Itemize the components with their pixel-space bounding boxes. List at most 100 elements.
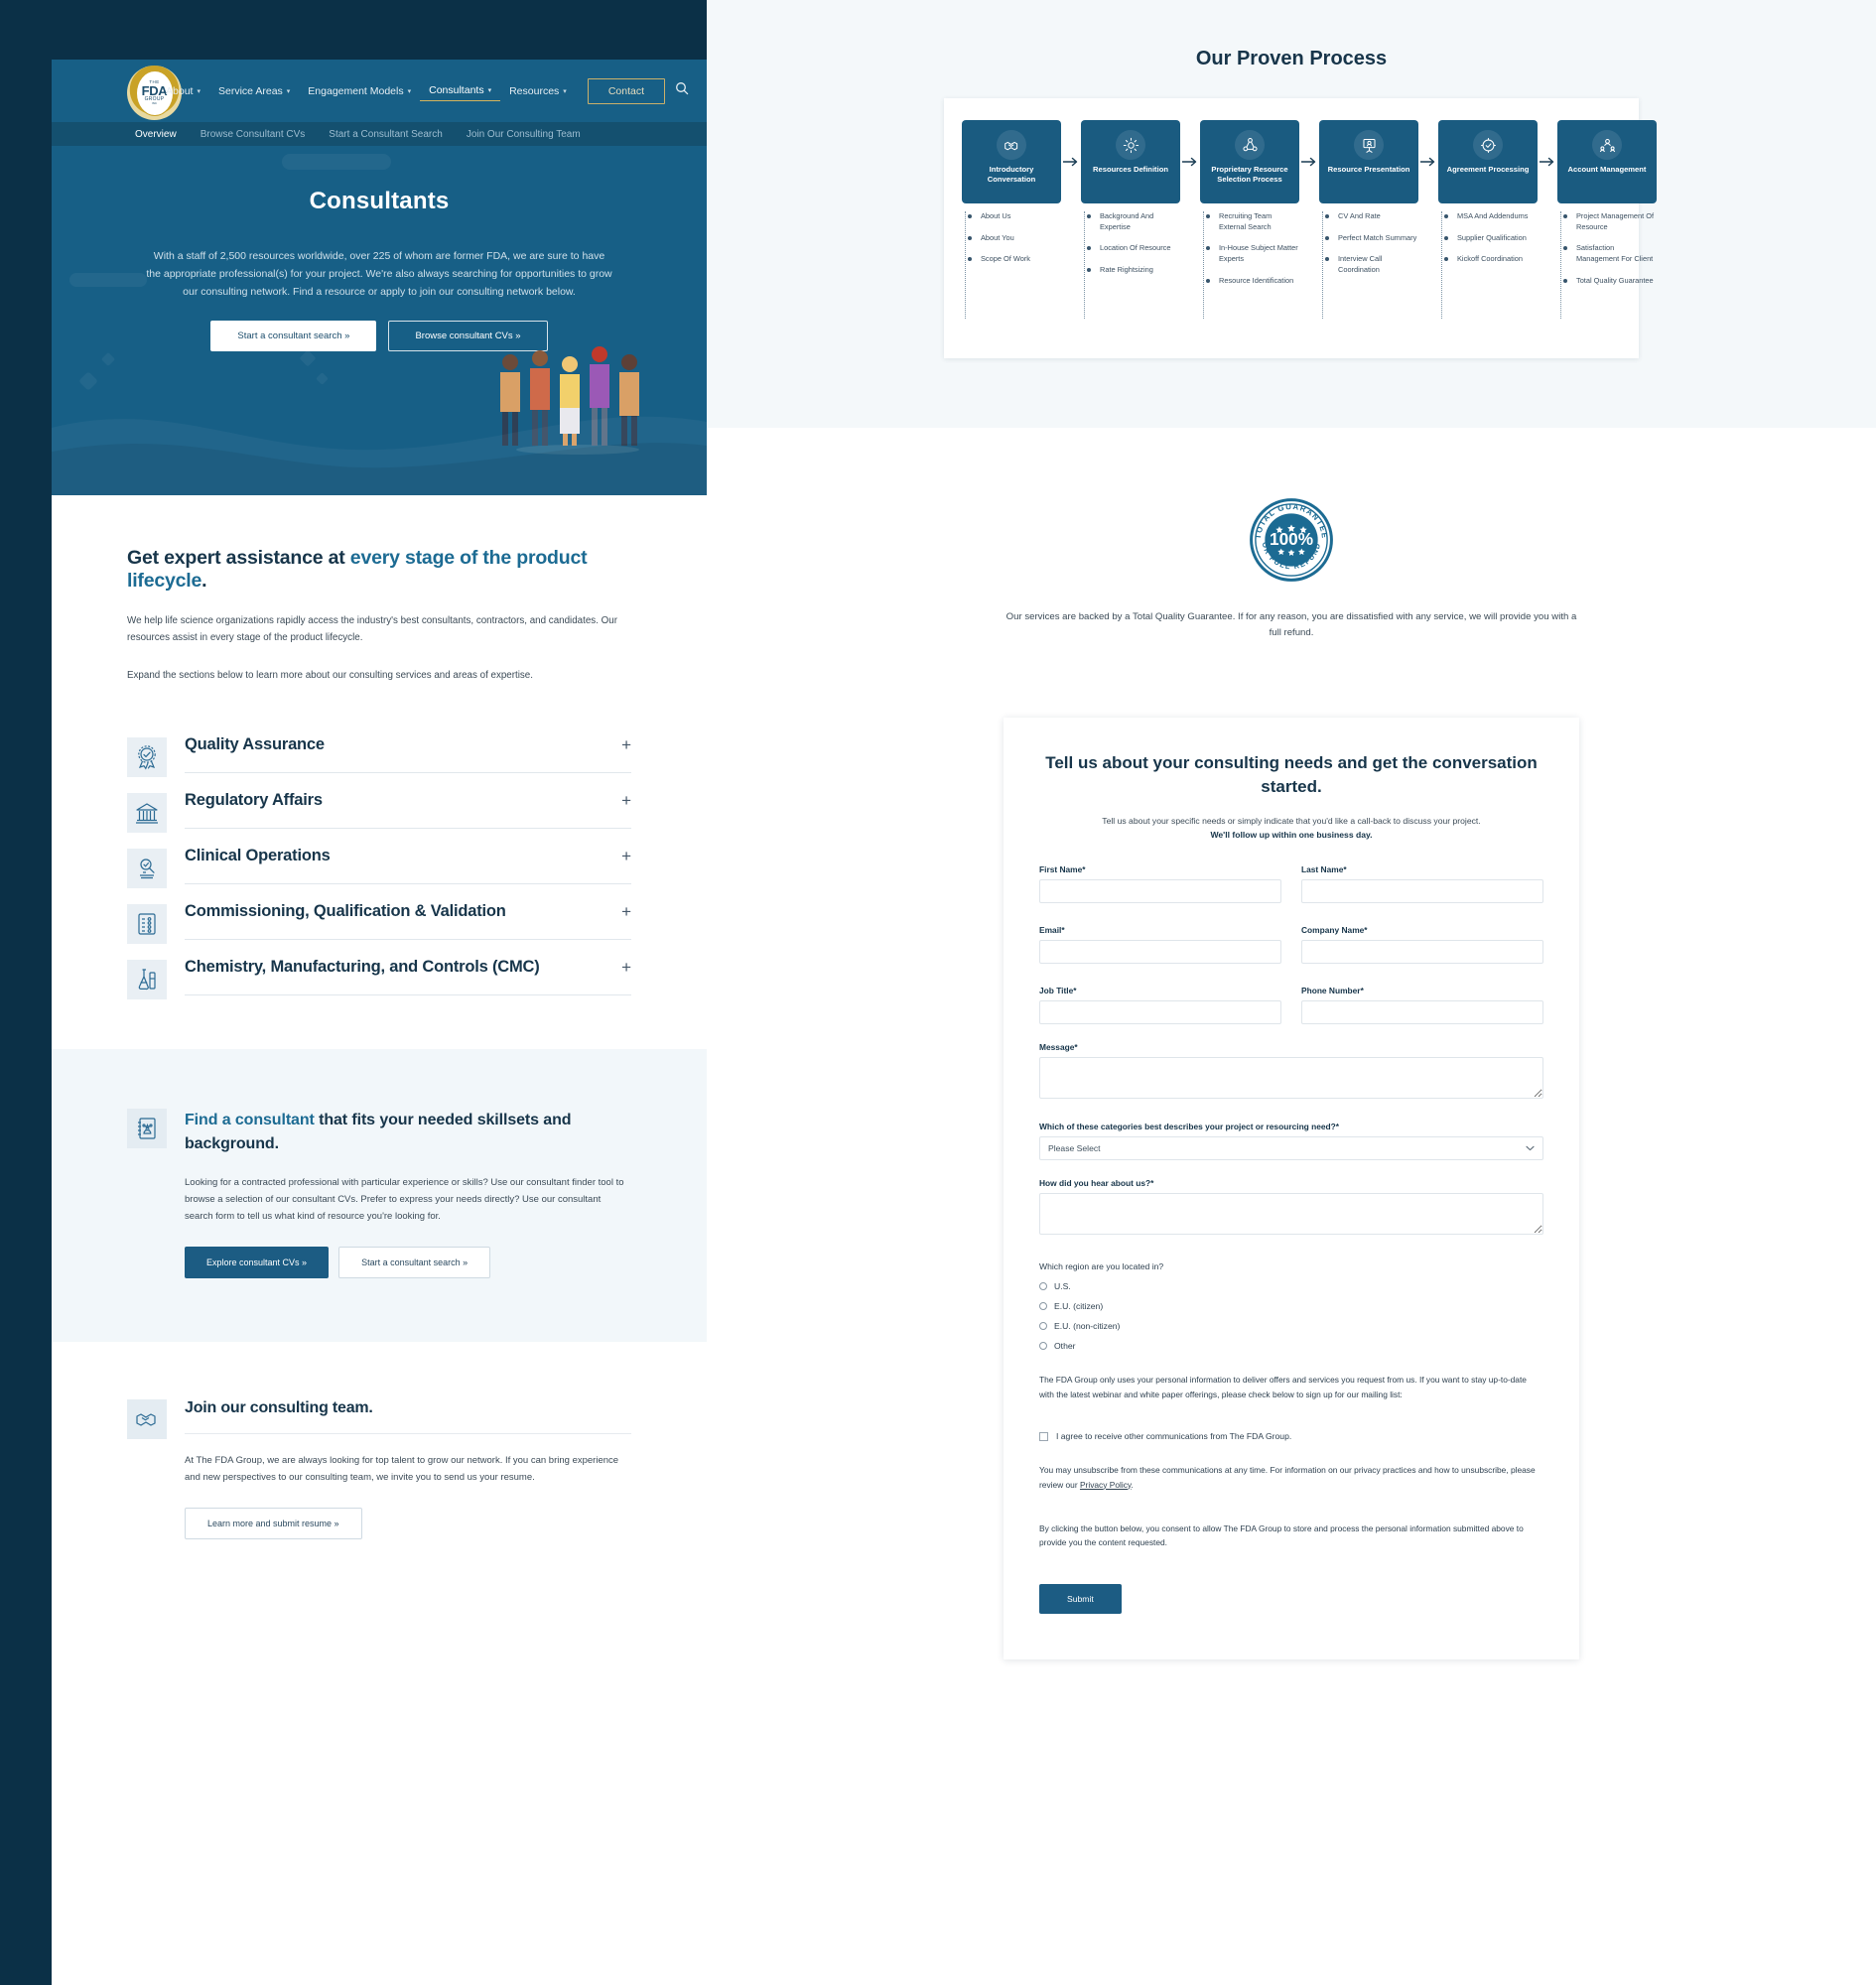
handshake-icon <box>997 130 1026 160</box>
bullet-item: Rate Rightsizing <box>1086 265 1180 276</box>
label-text: First Name <box>1039 864 1083 875</box>
process-step-proprietary-resource-selection[interactable]: Proprietary Resource Selection Process R… <box>1200 120 1299 331</box>
radio-button[interactable] <box>1039 1282 1047 1291</box>
find-consultant-paragraph: Looking for a contracted professional wi… <box>185 1176 624 1222</box>
field-message: Message* <box>1039 1042 1543 1104</box>
expand-plus-icon[interactable]: + <box>621 736 631 753</box>
region-option-eu-citizen[interactable]: E.U. (citizen) <box>1039 1301 1543 1311</box>
submit-resume-button[interactable]: Learn more and submit resume » <box>185 1508 362 1540</box>
process-step-account-management[interactable]: Account Management Project Management Of… <box>1557 120 1657 331</box>
region-option-label: U.S. <box>1054 1281 1071 1292</box>
proven-process-section: Our Proven Process Introductory Conversa… <box>707 0 1876 428</box>
region-option-other[interactable]: Other <box>1039 1341 1543 1351</box>
subnav-item-overview[interactable]: Overview <box>135 129 177 140</box>
form-row-job-phone: Job Title* Phone Number* <box>1039 986 1543 1025</box>
process-step-introductory-conversation[interactable]: Introductory Conversation About Us About… <box>962 120 1061 331</box>
region-option-us[interactable]: U.S. <box>1039 1281 1543 1291</box>
process-diagram-card: Introductory Conversation About Us About… <box>944 98 1657 358</box>
email-input[interactable] <box>1039 940 1281 965</box>
explore-consultant-cvs-button[interactable]: Explore consultant CVs » <box>185 1246 330 1278</box>
step-bullets: Recruiting Team External Search In-House… <box>1200 211 1299 331</box>
subnav-item-join-team[interactable]: Join Our Consulting Team <box>467 129 581 140</box>
site-header: THE FDA GROUP INC About ▾ Service Areas ▾ … <box>52 60 707 122</box>
consent-checkbox[interactable] <box>1039 1432 1048 1442</box>
bullet-item: Background And Expertise <box>1086 211 1180 232</box>
nav-item-service-areas[interactable]: Service Areas ▾ <box>209 81 299 101</box>
bullet-item: About Us <box>967 211 1061 222</box>
label-text: Message <box>1039 1042 1075 1053</box>
accordion-item-cmc[interactable]: Chemistry, Manufacturing, and Controls (… <box>127 944 631 1000</box>
category-select[interactable]: Please Select <box>1039 1136 1543 1161</box>
expand-plus-icon[interactable]: + <box>621 903 631 920</box>
communications-consent-row[interactable]: I agree to receive other communications … <box>1039 1431 1543 1442</box>
step-box: Agreement Processing <box>1438 120 1538 203</box>
accordion-item-regulatory-affairs[interactable]: Regulatory Affairs + <box>127 777 631 834</box>
nav-item-about[interactable]: About ▾ <box>157 81 209 101</box>
radio-button[interactable] <box>1039 1302 1047 1311</box>
process-step-resources-definition[interactable]: Resources Definition Background And Expe… <box>1081 120 1180 331</box>
process-steps: Introductory Conversation About Us About… <box>962 120 1657 331</box>
step-label: Resource Presentation <box>1327 165 1410 174</box>
award-ribbon-icon <box>127 737 167 778</box>
label-text: Company Name <box>1301 925 1365 936</box>
search-icon[interactable] <box>675 81 689 100</box>
divider <box>185 772 631 774</box>
divider <box>185 883 631 885</box>
message-textarea[interactable] <box>1039 1057 1543 1100</box>
accordion-item-commissioning-qualification-validation[interactable]: Commissioning, Qualification & Validatio… <box>127 888 631 945</box>
cloud-shape <box>299 349 317 367</box>
first-name-input[interactable] <box>1039 879 1281 904</box>
radio-button[interactable] <box>1039 1342 1047 1351</box>
how-heard-textarea[interactable] <box>1039 1193 1543 1236</box>
join-team-row: Join our consulting team. At The FDA Gro… <box>127 1398 631 1540</box>
step-label: Introductory Conversation <box>987 165 1036 185</box>
privacy-policy-link[interactable]: Privacy Policy <box>1080 1480 1132 1490</box>
accordion-header: Clinical Operations + <box>185 847 631 865</box>
label-text: Job Title <box>1039 986 1074 996</box>
accordion-item-clinical-operations[interactable]: Clinical Operations + <box>127 833 631 889</box>
document-check-icon <box>1473 130 1503 160</box>
job-title-input[interactable] <box>1039 1000 1281 1025</box>
last-name-input[interactable] <box>1301 879 1543 904</box>
region-option-eu-non-citizen[interactable]: E.U. (non-citizen) <box>1039 1321 1543 1331</box>
expand-plus-icon[interactable]: + <box>621 792 631 809</box>
required-marker: * <box>1150 1178 1154 1189</box>
flask-icon <box>127 960 167 1000</box>
expand-plus-icon[interactable]: + <box>621 959 631 976</box>
step-label: Agreement Processing <box>1446 165 1530 174</box>
start-consultant-search-button-2[interactable]: Start a consultant search » <box>338 1246 491 1278</box>
job-title-label: Job Title* <box>1039 986 1281 995</box>
label-text: How did you hear about us? <box>1039 1178 1151 1189</box>
region-option-label: E.U. (citizen) <box>1054 1301 1104 1312</box>
submit-button[interactable]: Submit <box>1039 1583 1122 1614</box>
bullet-item: Total Quality Guarantee <box>1562 276 1657 287</box>
consulting-needs-form: Tell us about your consulting needs and … <box>1004 718 1579 1659</box>
nav-item-engagement-models[interactable]: Engagement Models ▾ <box>299 81 420 101</box>
chevron-down-icon: ▾ <box>487 87 492 94</box>
field-phone-number: Phone Number* <box>1301 986 1543 1025</box>
company-name-input[interactable] <box>1301 940 1543 965</box>
arrow-right-icon <box>1538 120 1557 203</box>
lifecycle-heading-period: . <box>201 570 207 592</box>
accordion-item-quality-assurance[interactable]: Quality Assurance + <box>127 722 631 778</box>
subnav-item-browse-cvs[interactable]: Browse Consultant CVs <box>201 129 306 140</box>
bullet-item: MSA And Addendums <box>1443 211 1538 222</box>
contact-button[interactable]: Contact <box>587 77 665 104</box>
nav-item-resources[interactable]: Resources ▾ <box>500 81 576 101</box>
process-step-resource-presentation[interactable]: Resource Presentation CV And Rate Perfec… <box>1319 120 1418 331</box>
phone-number-input[interactable] <box>1301 1000 1543 1025</box>
government-building-icon <box>127 793 167 834</box>
message-label: Message* <box>1039 1042 1543 1052</box>
process-step-agreement-processing[interactable]: Agreement Processing MSA And Addendums S… <box>1438 120 1538 331</box>
nav-label: Consultants <box>429 84 484 96</box>
chevron-down-icon: ▾ <box>563 87 567 95</box>
nav-item-consultants[interactable]: Consultants ▾ <box>420 80 501 101</box>
join-team-button-group: Learn more and submit resume » <box>185 1508 631 1540</box>
radio-button[interactable] <box>1039 1322 1047 1331</box>
expand-plus-icon[interactable]: + <box>621 848 631 864</box>
start-consultant-search-button[interactable]: Start a consultant search » <box>210 321 377 352</box>
label-text: Which of these categories best describes… <box>1039 1122 1336 1132</box>
region-question: Which region are you located in? <box>1039 1261 1164 1272</box>
required-marker: * <box>1082 864 1086 875</box>
subnav-item-start-search[interactable]: Start a Consultant Search <box>329 129 443 140</box>
